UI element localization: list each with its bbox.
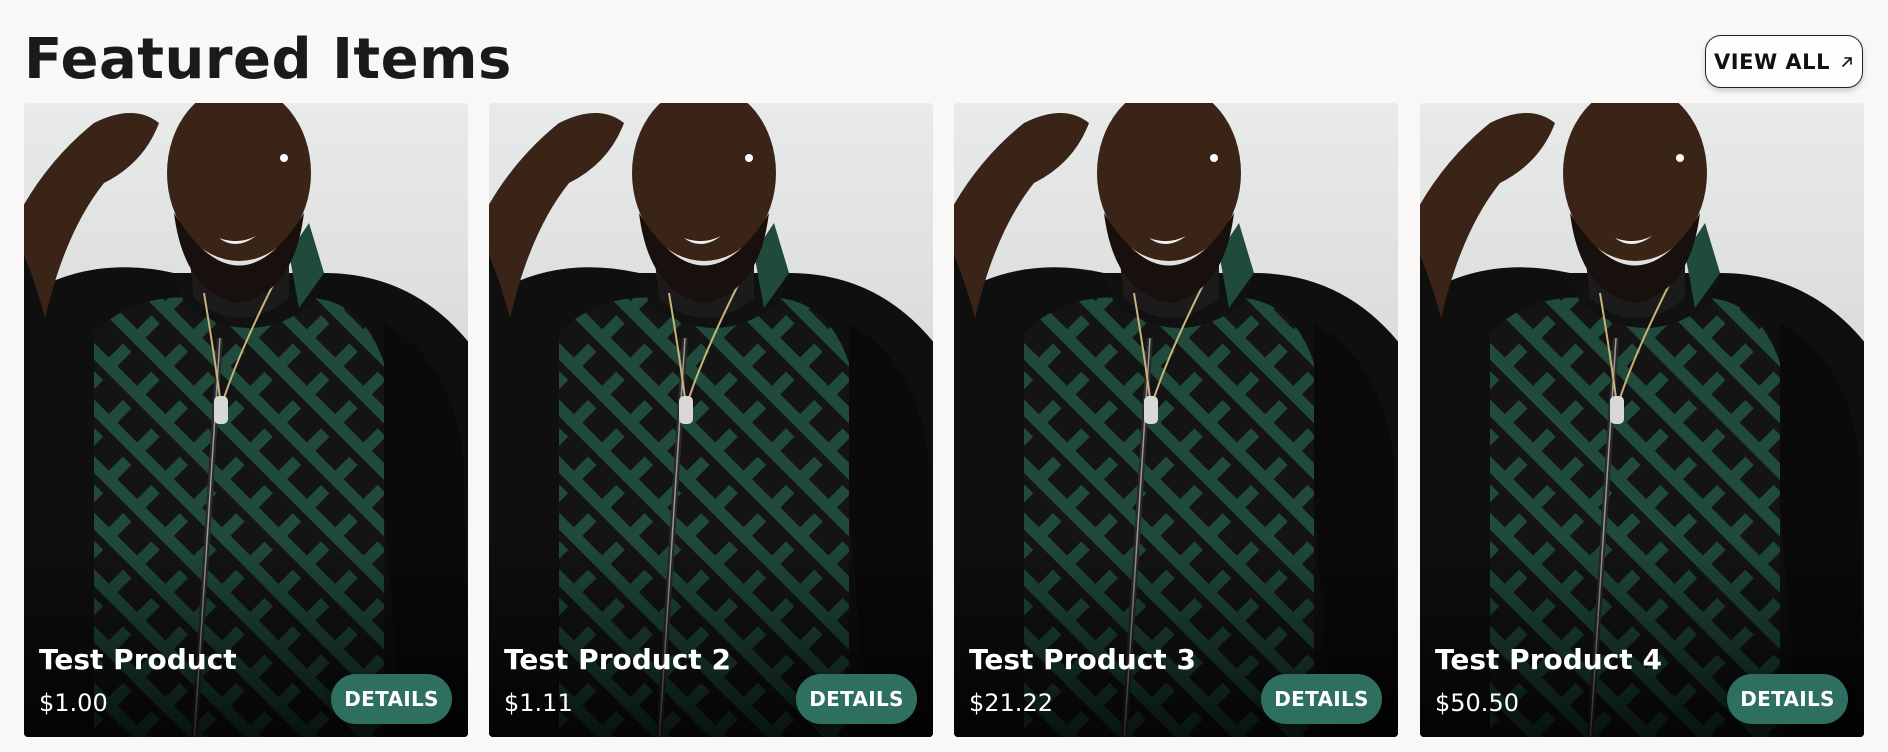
product-name: Test Product 3 [969,643,1196,676]
details-button[interactable]: DETAILS [796,674,917,724]
product-name: Test Product 4 [1435,643,1662,676]
product-name: Test Product 2 [504,643,731,676]
arrow-up-right-icon [1842,56,1852,67]
section-title: Featured Items [24,27,512,92]
product-card[interactable]: Test Product $1.00 DETAILS [24,103,468,737]
product-card[interactable]: Test Product 3 $21.22 DETAILS [954,103,1398,737]
details-button[interactable]: DETAILS [1727,674,1848,724]
details-button[interactable]: DETAILS [331,674,452,724]
product-price: $1.00 [39,689,108,717]
featured-items-section: Featured Items VIEW ALL Test Product $1.… [0,0,1888,752]
product-card[interactable]: Test Product 2 $1.11 DETAILS [489,103,933,737]
product-card[interactable]: Test Product 4 $50.50 DETAILS [1420,103,1864,737]
product-price: $21.22 [969,689,1053,717]
product-grid: Test Product $1.00 DETAILS Test Product … [24,103,1864,737]
product-price: $1.11 [504,689,573,717]
details-button[interactable]: DETAILS [1261,674,1382,724]
view-all-button[interactable]: VIEW ALL [1705,35,1863,88]
product-name: Test Product [39,643,237,676]
view-all-label: VIEW ALL [1714,49,1830,74]
product-price: $50.50 [1435,689,1519,717]
